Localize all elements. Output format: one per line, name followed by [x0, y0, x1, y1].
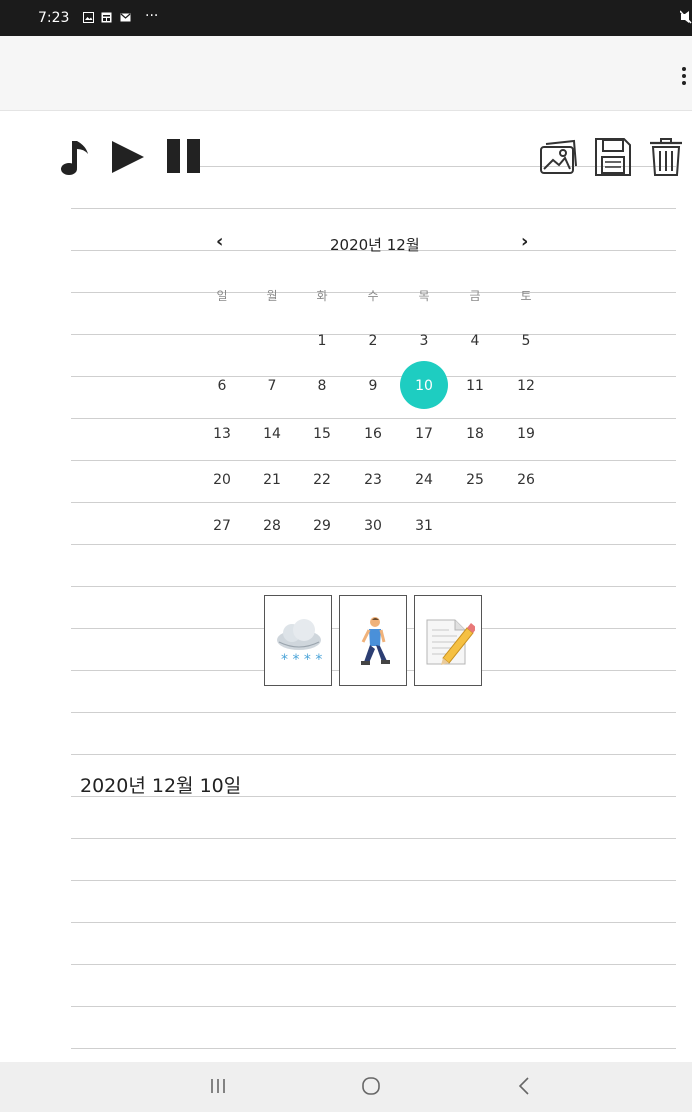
- calendar-day[interactable]: 21: [252, 470, 292, 490]
- navigation-bar: [0, 1062, 692, 1112]
- app-bar: [0, 36, 692, 111]
- back-button[interactable]: [516, 1076, 532, 1096]
- calendar-day[interactable]: 13: [202, 424, 242, 444]
- memo-tile[interactable]: [414, 595, 482, 686]
- weekday-mon: 월: [266, 289, 278, 303]
- save-icon[interactable]: [594, 137, 632, 177]
- app-notification-icon: [101, 12, 112, 23]
- calendar-day[interactable]: 2: [353, 331, 393, 351]
- notebook-line: [71, 208, 676, 209]
- calendar-day[interactable]: 18: [455, 424, 495, 444]
- calendar-day[interactable]: 29: [302, 516, 342, 536]
- notebook-line: [71, 544, 676, 545]
- calendar-day[interactable]: 30: [353, 516, 393, 536]
- notebook-line: [71, 838, 676, 839]
- memo-pencil-icon: [426, 619, 475, 665]
- music-note-icon[interactable]: [60, 139, 90, 177]
- mail-icon: [120, 13, 131, 22]
- pause-icon[interactable]: [165, 138, 203, 174]
- next-month-button[interactable]: ›: [521, 231, 528, 252]
- status-bar: 7:23 ···: [0, 0, 692, 36]
- image-gallery-icon[interactable]: [538, 138, 580, 176]
- calendar-day[interactable]: 24: [404, 470, 444, 490]
- notebook-line: [71, 586, 676, 587]
- play-icon[interactable]: [110, 139, 146, 175]
- snow-cloud-icon: * * * *: [277, 619, 322, 668]
- recent-apps-button[interactable]: [208, 1076, 228, 1096]
- notebook-line: [71, 1048, 676, 1049]
- notebook-line: [71, 460, 676, 461]
- calendar-day[interactable]: 16: [353, 424, 393, 444]
- weekday-sun: 일: [216, 289, 228, 303]
- month-title: 2020년 12월: [330, 236, 420, 254]
- calendar-day[interactable]: 23: [353, 470, 393, 490]
- calendar-day[interactable]: 25: [455, 470, 495, 490]
- notebook-line: [71, 922, 676, 923]
- notebook-line: [71, 712, 676, 713]
- calendar-day[interactable]: 11: [455, 376, 495, 396]
- diary-date[interactable]: 2020년 12월 10일: [80, 771, 241, 798]
- weekday-tue: 화: [316, 289, 328, 303]
- weekday-thu: 목: [418, 289, 430, 303]
- notebook-line: [71, 754, 676, 755]
- calendar-day[interactable]: 5: [506, 331, 546, 351]
- calendar-day[interactable]: 8: [302, 376, 342, 396]
- activity-tile[interactable]: [339, 595, 407, 686]
- calendar-day[interactable]: 4: [455, 331, 495, 351]
- calendar-day[interactable]: 22: [302, 470, 342, 490]
- calendar-day[interactable]: 3: [404, 331, 444, 351]
- calendar-day[interactable]: 6: [202, 376, 242, 396]
- weekday-fri: 금: [469, 289, 481, 303]
- weekday-sat: 토: [520, 289, 532, 303]
- calendar-day[interactable]: 26: [506, 470, 546, 490]
- notebook-line: [71, 964, 676, 965]
- notebook-line: [71, 880, 676, 881]
- calendar-day-selected[interactable]: 10: [404, 376, 444, 396]
- notebook-line: [71, 418, 676, 419]
- svg-text:* * * *: * * * *: [281, 652, 322, 668]
- calendar-day[interactable]: 15: [302, 424, 342, 444]
- home-button[interactable]: [360, 1075, 382, 1097]
- calendar-day[interactable]: 14: [252, 424, 292, 444]
- calendar-day[interactable]: 9: [353, 376, 393, 396]
- calendar-day[interactable]: 31: [404, 516, 444, 536]
- calendar-day[interactable]: 28: [252, 516, 292, 536]
- calendar-day[interactable]: 1: [302, 331, 342, 351]
- calendar-day[interactable]: 12: [506, 376, 546, 396]
- calendar-day[interactable]: 7: [252, 376, 292, 396]
- calendar-day[interactable]: 19: [506, 424, 546, 444]
- mute-icon: [680, 10, 692, 24]
- trash-icon[interactable]: [648, 137, 684, 177]
- weekday-wed: 수: [367, 289, 379, 303]
- status-more-indicator: ···: [145, 8, 159, 24]
- image-icon: [83, 12, 94, 23]
- weather-tile[interactable]: * * * *: [264, 595, 332, 686]
- more-vertical-icon[interactable]: [677, 64, 691, 90]
- calendar-day[interactable]: 20: [202, 470, 242, 490]
- notebook-line: [71, 1006, 676, 1007]
- prev-month-button[interactable]: ‹: [216, 231, 223, 252]
- notebook-line: [71, 502, 676, 503]
- status-time: 7:23: [38, 10, 70, 26]
- walking-person-icon: [361, 617, 390, 665]
- calendar-day[interactable]: 27: [202, 516, 242, 536]
- calendar-day[interactable]: 17: [404, 424, 444, 444]
